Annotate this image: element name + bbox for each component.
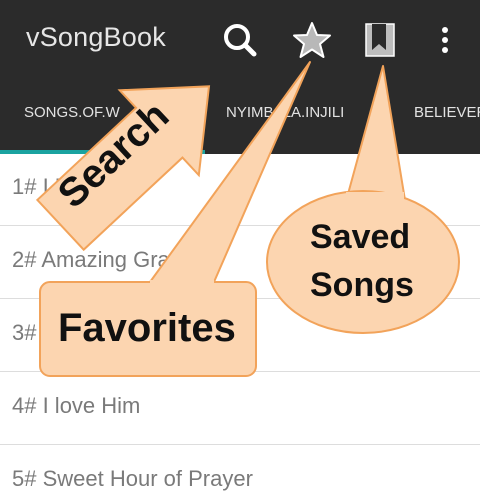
more-vert-icon — [442, 27, 448, 53]
search-button[interactable] — [214, 12, 266, 68]
songs-annotation-text: Songs — [310, 266, 414, 304]
tab-believer[interactable]: BELIEVER — [414, 104, 480, 134]
app-title: vSongBook — [26, 22, 166, 52]
saved-annotation-text: Saved — [310, 218, 411, 256]
favorites-annotation-text: Favorites — [58, 306, 236, 350]
song-list-item[interactable]: 4# I love Him — [0, 373, 480, 445]
tab-bar: SONGS.OF.W NYIMB..ZA.INJILI BELIEVER — [0, 82, 480, 154]
star-icon — [293, 22, 331, 58]
search-icon — [224, 24, 257, 57]
saved-songs-button[interactable] — [354, 12, 406, 68]
song-title: 2# Amazing Grace — [12, 247, 193, 272]
song-title: 4# I love Him — [12, 393, 141, 418]
bookmark-icon — [365, 23, 395, 57]
tab-nyimbo-za-injili[interactable]: NYIMB..ZA.INJILI — [226, 104, 416, 134]
overflow-menu-button[interactable] — [420, 12, 470, 68]
favorites-button[interactable] — [286, 12, 338, 68]
song-title: 5# Sweet Hour of Prayer — [12, 466, 253, 491]
song-list-item[interactable]: 5# Sweet Hour of Prayer — [0, 446, 480, 500]
app-bar: vSongBook — [0, 0, 480, 82]
